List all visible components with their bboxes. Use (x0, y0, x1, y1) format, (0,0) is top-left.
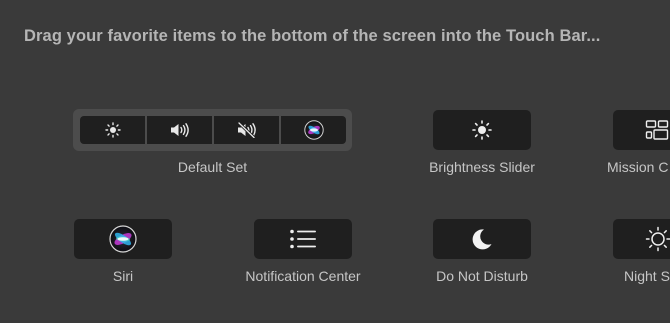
touch-bar-customization-panel: Drag your favorite items to the bottom o… (0, 0, 670, 323)
siri-button[interactable] (74, 219, 172, 259)
default-set-label: Default Set (177, 159, 248, 175)
night-shift-label: Night S (624, 268, 670, 284)
night-shift-button[interactable] (613, 219, 670, 259)
mute-icon (236, 122, 258, 138)
siri-label: Siri (112, 268, 134, 284)
mission-control-button[interactable] (613, 110, 670, 150)
notification-center-label: Notification Center (245, 268, 361, 284)
night-shift-icon (645, 226, 670, 252)
instruction-text: Drag your favorite items to the bottom o… (24, 27, 601, 45)
moon-icon (470, 227, 494, 251)
default-set-brightness-segment (80, 116, 145, 144)
siri-icon (109, 225, 137, 253)
siri-icon (303, 120, 324, 140)
do-not-disturb-label: Do Not Disturb (436, 268, 528, 284)
mission-control-icon (645, 119, 669, 141)
brightness-slider-label: Brightness Slider (429, 159, 535, 175)
brightness-slider-button[interactable] (433, 110, 531, 150)
mission-control-label: Mission C (607, 159, 669, 175)
default-set-volume-segment (147, 116, 212, 144)
notification-center-button[interactable] (254, 219, 352, 259)
default-set-siri-segment (281, 116, 346, 144)
do-not-disturb-button[interactable] (433, 219, 531, 259)
default-set-mute-segment (214, 116, 279, 144)
volume-icon (169, 122, 191, 138)
brightness-icon (104, 122, 121, 138)
list-icon (289, 228, 317, 250)
default-set-strip[interactable] (73, 109, 352, 151)
brightness-icon (472, 120, 492, 140)
